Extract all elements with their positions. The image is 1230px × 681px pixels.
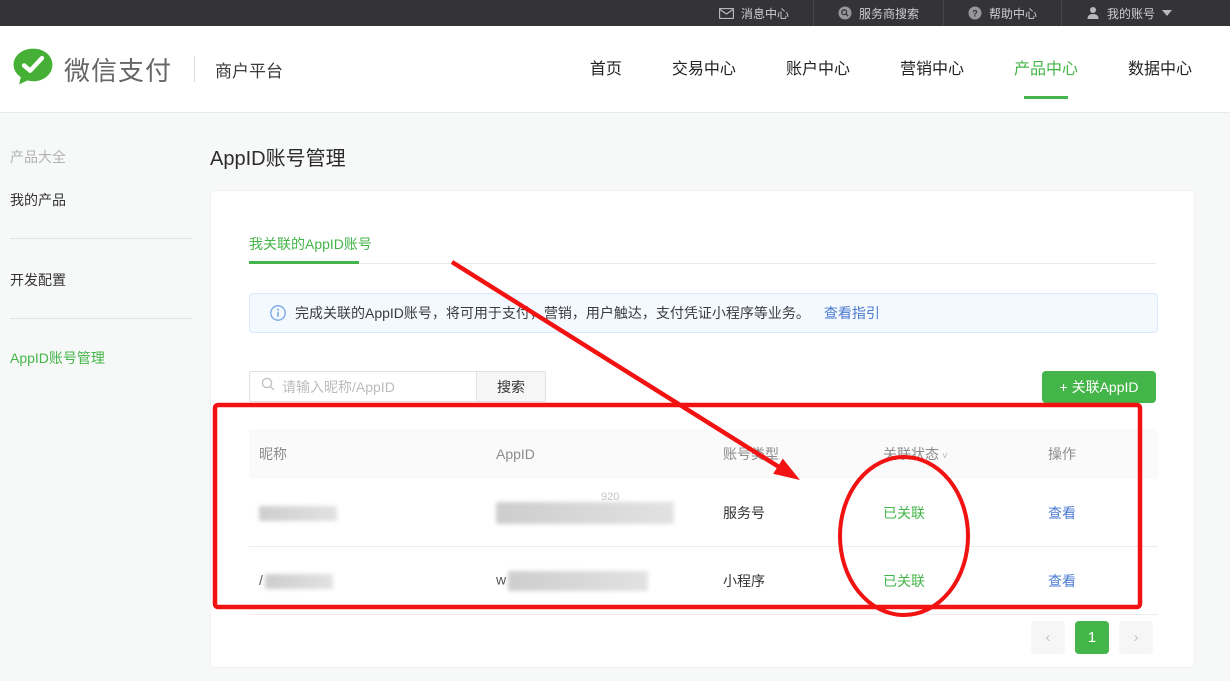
col-header-link-status[interactable]: 关联状态˅ bbox=[873, 444, 1038, 464]
col-header-nickname: 昵称 bbox=[249, 444, 486, 464]
search-input[interactable] bbox=[282, 379, 457, 395]
topbar-item-label: 我的账号 bbox=[1107, 5, 1155, 22]
sidebar-divider bbox=[10, 238, 193, 239]
redacted-blur-block bbox=[508, 571, 648, 591]
mail-icon bbox=[719, 8, 734, 19]
main-nav: 首页 交易中心 账户中心 营销中心 产品中心 数据中心 bbox=[590, 55, 1230, 83]
sidebar-section-products: 产品大全 bbox=[10, 147, 66, 167]
view-action-link[interactable]: 查看 bbox=[1048, 505, 1076, 521]
view-guide-link[interactable]: 查看指引 bbox=[824, 303, 880, 323]
utility-topbar: 消息中心 服务商搜索 ? 帮助中心 我的账号 bbox=[0, 0, 1230, 26]
topbar-item-provider-search[interactable]: 服务商搜索 bbox=[813, 0, 943, 26]
wechat-pay-logo-icon bbox=[12, 47, 54, 92]
main-header: 微信支付 商户平台 首页 交易中心 账户中心 营销中心 产品中心 数据中心 bbox=[0, 26, 1230, 113]
sidebar-divider bbox=[10, 318, 193, 319]
topbar-item-label: 消息中心 bbox=[741, 5, 789, 22]
banner-text: 完成关联的AppID账号，将可用于支付，营销，用户触达，支付凭证小程序等业务。 bbox=[295, 303, 810, 323]
portal-name: 商户平台 bbox=[215, 57, 283, 82]
cell-account-type: 小程序 bbox=[713, 571, 873, 591]
search-circle-icon bbox=[838, 6, 852, 20]
tab-divider bbox=[249, 263, 1156, 264]
topbar-item-label: 服务商搜索 bbox=[859, 5, 919, 22]
table-row: 920 服务号 已关联 查看 bbox=[249, 479, 1158, 547]
topbar-item-account[interactable]: 我的账号 bbox=[1061, 0, 1196, 26]
tab-my-linked-appids[interactable]: 我关联的AppID账号 bbox=[249, 234, 372, 254]
cell-nickname-redacted bbox=[249, 504, 486, 521]
appid-table: 昵称 AppID 账号类型 关联状态˅ 操作 920 服务号 已关联 查看 / … bbox=[249, 429, 1158, 615]
tab-active-underline bbox=[249, 261, 359, 264]
col-header-actions: 操作 bbox=[1038, 444, 1158, 464]
nav-item-marketing[interactable]: 营销中心 bbox=[900, 55, 964, 83]
next-page-button[interactable]: › bbox=[1119, 621, 1153, 654]
status-badge: 已关联 bbox=[873, 571, 1038, 591]
cell-nickname-redacted: / bbox=[249, 572, 486, 589]
nav-item-transactions[interactable]: 交易中心 bbox=[672, 55, 736, 83]
user-icon bbox=[1086, 6, 1100, 20]
content-card: 我关联的AppID账号 完成关联的AppID账号，将可用于支付，营销，用户触达，… bbox=[210, 190, 1195, 668]
col-header-account-type: 账号类型 bbox=[713, 444, 873, 464]
topbar-item-messages[interactable]: 消息中心 bbox=[695, 0, 813, 26]
page-1-button[interactable]: 1 bbox=[1075, 621, 1109, 654]
search-button[interactable]: 搜索 bbox=[476, 371, 546, 402]
redacted-blur-block bbox=[265, 574, 333, 589]
sidebar-item-dev-config[interactable]: 开发配置 bbox=[10, 270, 66, 290]
search-box bbox=[249, 371, 476, 402]
nav-item-data[interactable]: 数据中心 bbox=[1128, 55, 1192, 83]
prev-page-button[interactable]: ‹ bbox=[1031, 621, 1065, 654]
brand-name: 微信支付 bbox=[64, 51, 172, 88]
chevron-down-icon bbox=[1162, 10, 1172, 16]
table-row: / w 小程序 已关联 查看 bbox=[249, 547, 1158, 615]
cell-appid-redacted: 920 bbox=[486, 502, 713, 524]
status-badge: 已关联 bbox=[873, 503, 1038, 523]
topbar-item-help[interactable]: ? 帮助中心 bbox=[943, 0, 1061, 26]
nickname-prefix: / bbox=[259, 572, 263, 588]
view-action-link[interactable]: 查看 bbox=[1048, 573, 1076, 589]
page-title: AppID账号管理 bbox=[210, 142, 346, 171]
brand-divider bbox=[194, 56, 195, 82]
redacted-blur-block bbox=[496, 502, 674, 524]
sidebar-item-my-products[interactable]: 我的产品 bbox=[10, 190, 66, 210]
info-banner: 完成关联的AppID账号，将可用于支付，营销，用户触达，支付凭证小程序等业务。 … bbox=[249, 293, 1158, 333]
sidebar-item-appid-management[interactable]: AppID账号管理 bbox=[10, 348, 105, 368]
search-icon bbox=[261, 377, 275, 396]
appid-prefix: w bbox=[496, 571, 506, 587]
nav-item-account[interactable]: 账户中心 bbox=[786, 55, 850, 83]
sidebar: 产品大全 我的产品 开发配置 AppID账号管理 bbox=[0, 113, 195, 681]
brand[interactable]: 微信支付 bbox=[12, 47, 172, 92]
pagination: ‹ 1 › bbox=[1031, 621, 1153, 654]
question-circle-icon: ? bbox=[968, 6, 982, 20]
sort-caret-icon[interactable]: ˅ bbox=[942, 451, 948, 462]
info-icon bbox=[270, 305, 286, 321]
appid-fragment: 920 bbox=[601, 491, 619, 503]
cell-account-type: 服务号 bbox=[713, 503, 873, 523]
nav-item-home[interactable]: 首页 bbox=[590, 55, 622, 83]
cell-appid-redacted: w bbox=[486, 571, 713, 591]
redacted-blur-block bbox=[259, 506, 337, 521]
associate-appid-button[interactable]: + 关联AppID bbox=[1042, 371, 1156, 403]
table-header-row: 昵称 AppID 账号类型 关联状态˅ 操作 bbox=[249, 429, 1158, 479]
nav-item-products[interactable]: 产品中心 bbox=[1014, 55, 1078, 83]
col-header-appid: AppID bbox=[486, 446, 713, 462]
svg-text:?: ? bbox=[972, 8, 978, 18]
topbar-item-label: 帮助中心 bbox=[989, 5, 1037, 22]
